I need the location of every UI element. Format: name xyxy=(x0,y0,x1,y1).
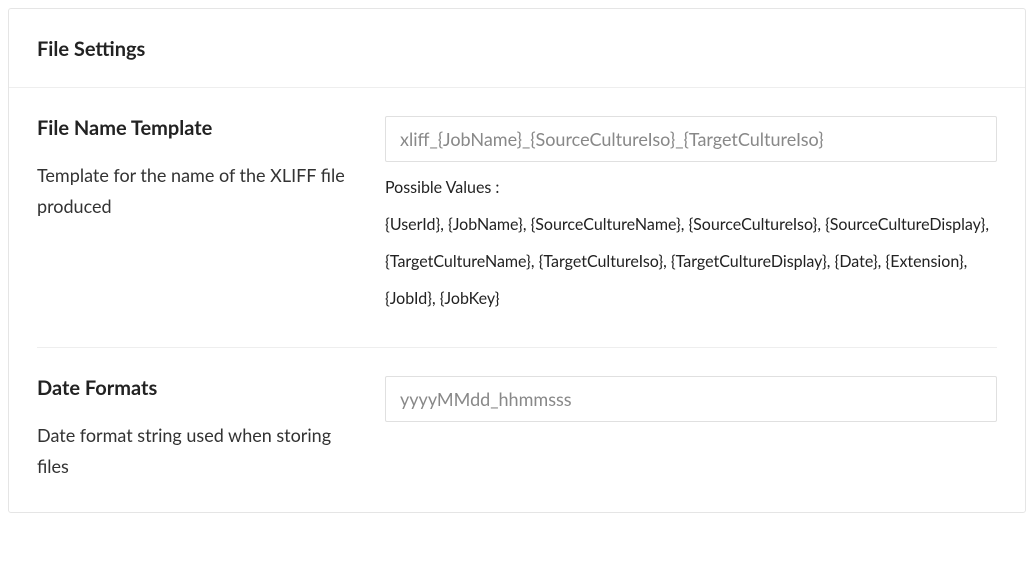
setting-left-col: File Name Template Template for the name… xyxy=(37,116,385,317)
panel-title: File Settings xyxy=(37,37,997,61)
file-name-template-description: Template for the name of the XLIFF file … xyxy=(37,160,361,221)
panel-body: File Name Template Template for the name… xyxy=(9,88,1025,512)
setting-right-col: Possible Values : {UserId}, {JobName}, {… xyxy=(385,116,997,317)
date-formats-label: Date Formats xyxy=(37,376,361,400)
possible-values-label: Possible Values : xyxy=(385,178,997,197)
file-name-template-input[interactable] xyxy=(385,116,997,162)
setting-left-col: Date Formats Date format string used whe… xyxy=(37,376,385,481)
setting-right-col xyxy=(385,376,997,481)
file-name-template-label: File Name Template xyxy=(37,116,361,140)
panel-header: File Settings xyxy=(9,9,1025,88)
setting-file-name-template: File Name Template Template for the name… xyxy=(37,88,997,348)
possible-values-list: {UserId}, {JobName}, {SourceCultureName}… xyxy=(385,207,997,317)
setting-date-formats: Date Formats Date format string used whe… xyxy=(37,348,997,511)
date-formats-description: Date format string used when storing fil… xyxy=(37,420,361,481)
file-settings-panel: File Settings File Name Template Templat… xyxy=(8,8,1026,513)
date-formats-input[interactable] xyxy=(385,376,997,422)
